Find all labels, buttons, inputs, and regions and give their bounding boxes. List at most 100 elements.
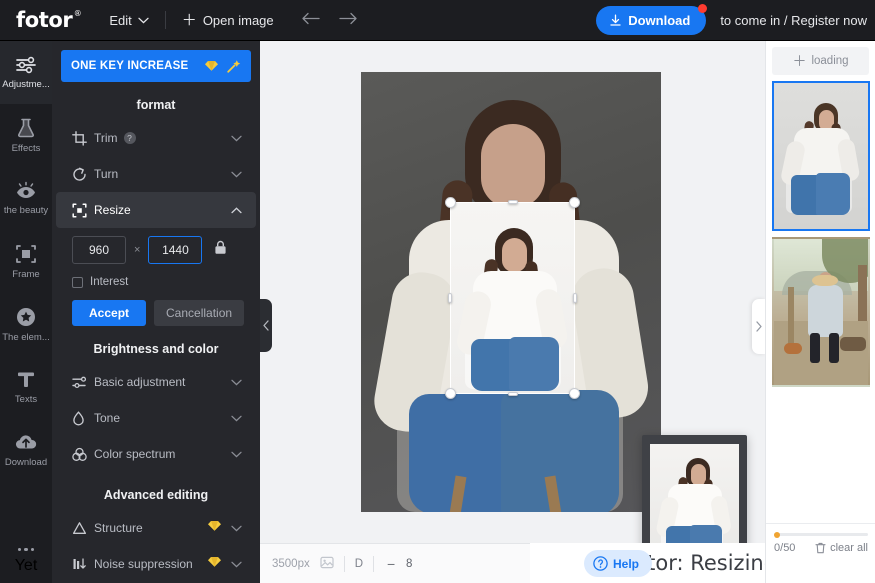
resize-handle-top-left[interactable] [445,197,456,208]
panel-row-trim[interactable]: Trim ? [56,120,256,156]
tray-footer: 0/50 clear all [766,523,875,583]
one-key-increase-button[interactable]: ONE KEY INCREASE [61,50,251,82]
resize-handle-top-right[interactable] [569,197,580,208]
resize-width-input[interactable] [72,236,126,264]
add-image-button[interactable]: ＋ loading [772,47,869,75]
download-label: Download [628,12,691,28]
dimension-separator: × [134,244,141,256]
sliders-small-icon [72,376,94,389]
download-icon [610,14,621,26]
resize-height-input[interactable] [148,236,203,264]
resize-icon [72,202,94,218]
frame-icon [16,244,36,263]
interest-checkbox[interactable] [72,276,83,288]
panel-row-basic-adjustment[interactable]: Basic adjustment [56,364,256,400]
panel-row-label: Color spectrum [94,447,176,461]
chevron-up-icon [231,201,242,219]
clear-all-button[interactable]: clear all [815,542,868,554]
rail-item-elements[interactable]: The elem... [0,293,52,356]
rail-label: Download [4,456,48,468]
chevron-down-icon [231,519,242,537]
zoom-level-value: 8 [406,557,413,570]
chevron-down-icon [231,165,242,183]
color-circles-icon [72,447,94,462]
plus-icon: ＋ [792,53,807,69]
rail-label: Texts [14,394,38,405]
panel-row-noise-suppression[interactable]: Noise suppression [56,546,256,582]
rail-item-more[interactable]: Yet [0,547,52,576]
fotor-logo[interactable]: fotor ® [16,8,82,32]
rail-item-download[interactable]: Download [0,419,52,482]
image-icon[interactable] [320,556,334,572]
thumbnail-outdoor-woman[interactable] [772,237,870,387]
rail-item-effects[interactable]: Effects [0,104,52,167]
panel-row-resize[interactable]: Resize [56,192,256,228]
cancel-button[interactable]: Cancellation [154,300,245,326]
droplet-icon [72,410,94,426]
interest-checkbox-row[interactable]: Interest [52,264,260,288]
accept-button[interactable]: Accept [72,300,147,326]
rail-item-frame[interactable]: Frame [0,230,52,293]
rail-item-texts[interactable]: Texts [0,356,52,419]
resize-selection-box[interactable] [445,197,580,399]
panel-row-turn[interactable]: Turn [56,156,256,192]
panel-row-structure[interactable]: Structure [56,510,256,546]
status-divider-2 [373,555,375,572]
resize-handle-top-middle[interactable] [507,200,518,204]
fit-mode-label[interactable]: D [355,558,363,570]
rail-item-adjustment[interactable]: Adjustme... [0,41,52,104]
chevron-down-icon [231,129,242,147]
header-right-group: Download to come in / Register now [596,3,875,35]
chevron-down-icon [138,17,149,23]
image-detail [501,390,619,512]
image-count: 0/50 [774,542,795,554]
add-image-label: loading [811,55,849,67]
help-tooltip-icon[interactable]: ? [123,132,136,144]
arrow-right-icon [339,12,357,25]
thumbnail-seated-woman[interactable] [772,81,870,231]
resize-handle-bottom-right[interactable] [569,388,580,399]
sliders-icon [16,56,36,73]
download-button[interactable]: Download [596,3,708,35]
resize-handle-middle-right[interactable] [573,293,577,303]
format-section-title: format [136,98,176,112]
open-image-label: Open image [202,12,274,28]
account-login-link[interactable]: to come in / Register now [720,13,867,28]
panel-row-tone[interactable]: Tone [56,400,256,436]
rail-item-beauty[interactable]: the beauty [0,167,52,230]
header-divider [164,11,166,29]
brightness-section-title: Brightness and color [93,342,219,356]
one-key-label: ONE KEY INCREASE [71,60,189,72]
chevron-down-icon [231,445,242,463]
gem-icon [205,61,218,71]
adjustment-panel: ONE KEY INCREASE format Trim ? Turn Resi… [52,41,260,583]
clear-all-label: clear all [830,542,868,554]
text-t-icon [18,372,34,387]
noise-bars-icon [72,557,94,571]
redo-button[interactable] [334,10,364,30]
undo-button[interactable] [296,10,326,30]
help-label: Help [612,556,639,571]
collapse-left-panel-button[interactable] [260,299,272,352]
image-dimensions-label: 3500px [272,557,310,570]
rail-more-label: Yet [14,557,38,574]
resize-handle-bottom-middle[interactable] [507,392,518,396]
gem-icon [208,519,221,537]
canvas-workspace[interactable]: 3500px D − 8 Fotor: Resizing Help [260,41,870,583]
resize-dimension-row: × [52,228,260,264]
help-button[interactable]: Help [583,550,652,577]
resize-handle-middle-left[interactable] [448,293,452,303]
chevron-left-icon [263,320,269,331]
one-key-icons [205,59,241,73]
trash-icon [815,542,826,554]
collapse-right-panel-button[interactable] [752,299,765,354]
lock-icon[interactable] [214,240,227,260]
edit-menu-button[interactable]: Edit [109,13,149,28]
advanced-section-title: Advanced editing [103,488,209,502]
resize-handle-bottom-left[interactable] [445,388,456,399]
plus-icon: ＋ [181,11,197,29]
panel-row-color-spectrum[interactable]: Color spectrum [56,436,256,472]
open-image-button[interactable]: ＋ Open image [182,13,274,28]
zoom-out-button[interactable]: − [384,556,398,572]
gem-icon [208,555,221,573]
